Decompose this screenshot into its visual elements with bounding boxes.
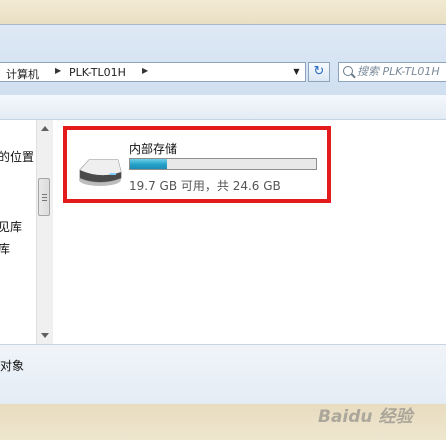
nav-item-locations[interactable]: 的位置 xyxy=(0,148,34,165)
search-placeholder: 搜索 PLK-TL01H xyxy=(357,65,440,78)
watermark: Baidu 经验 xyxy=(318,407,413,427)
grip-line xyxy=(42,194,47,195)
hard-drive-icon xyxy=(79,159,122,186)
storage-usage-bar xyxy=(129,158,317,170)
navigation-pane: 的位置 见库 库 xyxy=(0,120,36,342)
grip-line xyxy=(42,200,47,201)
grip-line xyxy=(42,197,47,198)
nav-item-library-2[interactable]: 库 xyxy=(0,240,10,257)
nav-pane-scrollbar[interactable] xyxy=(36,120,54,344)
address-bar[interactable]: 计算机 ▶ PLK-TL01H ▶ ▼ xyxy=(0,62,306,82)
scroll-down-arrow-icon[interactable] xyxy=(41,333,49,338)
breadcrumb-separator-icon[interactable]: ▶ xyxy=(142,66,148,75)
address-dropdown-icon[interactable]: ▼ xyxy=(288,63,305,81)
search-input[interactable]: 搜索 PLK-TL01H xyxy=(338,62,446,82)
drive-item-highlighted[interactable]: 内部存储 19.7 GB 可用，共 24.6 GB xyxy=(63,126,331,203)
breadcrumb-device[interactable]: PLK-TL01H xyxy=(69,66,126,79)
breadcrumb-computer[interactable]: 计算机 xyxy=(6,66,39,82)
command-toolbar xyxy=(0,95,446,120)
refresh-button[interactable]: ↻ xyxy=(308,62,330,82)
paper-background-top xyxy=(0,0,446,24)
navigation-bar: 计算机 ▶ PLK-TL01H ▶ ▼ ↻ 搜索 PLK-TL01H xyxy=(0,25,446,95)
drive-name: 内部存储 xyxy=(129,142,178,156)
status-text: 对象 xyxy=(0,359,25,373)
search-icon xyxy=(343,66,353,76)
scroll-thumb[interactable] xyxy=(38,178,50,216)
scroll-up-arrow-icon[interactable] xyxy=(41,126,49,131)
explorer-window: 计算机 ▶ PLK-TL01H ▶ ▼ ↻ 搜索 PLK-TL01H 的位置 见… xyxy=(0,24,446,406)
content-pane: 内部存储 19.7 GB 可用，共 24.6 GB xyxy=(53,120,446,344)
drive-free-space: 19.7 GB 可用，共 24.6 GB xyxy=(129,179,281,193)
storage-usage-fill xyxy=(130,159,168,169)
details-pane: 对象 xyxy=(0,344,446,406)
breadcrumb-separator-icon[interactable]: ▶ xyxy=(55,66,61,75)
nav-item-library[interactable]: 见库 xyxy=(0,218,22,235)
